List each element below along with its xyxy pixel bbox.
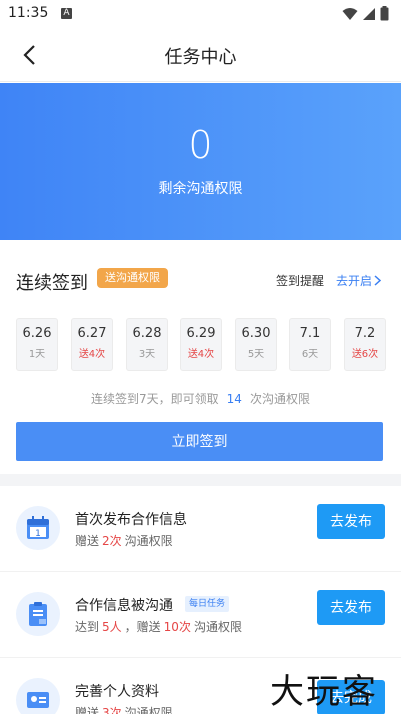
day-date: 7.1 [299, 326, 321, 341]
checkin-day: 6.30 5天 [235, 318, 277, 371]
checkin-note: 连续签到7天，即可领取 14 次沟通权限 [0, 390, 401, 407]
svg-text:1: 1 [35, 529, 41, 539]
publish-button[interactable]: 去发布 [317, 590, 385, 625]
desc-extra-value: 10次 [163, 620, 191, 634]
desc-value: 2次 [102, 534, 122, 548]
day-reward: 送4次 [187, 349, 215, 360]
checkin-button[interactable]: 立即签到 [16, 422, 383, 461]
desc-value: 3次 [102, 706, 122, 714]
desc-suffix: 沟通权限 [124, 534, 173, 548]
day-date: 7.2 [354, 326, 376, 341]
daily-task-badge: 每日任务 [185, 596, 230, 612]
checkin-section: 连续签到 送沟通权限 签到提醒 去开启 6.26 1天 6.27 送4次 6.2… [0, 240, 401, 474]
watermark-text: 大玩客 [270, 672, 378, 712]
publish-button[interactable]: 去发布 [317, 504, 385, 539]
page-title: 任务中心 [164, 47, 237, 68]
chevron-right-icon [374, 275, 382, 286]
task-desc: 赠送 3次 沟通权限 [75, 704, 173, 714]
note-prefix: 连续签到7天，即可领取 [91, 392, 219, 406]
remaining-label: 剩余沟通权限 [158, 181, 243, 197]
task-title: 合作信息被沟通 [75, 598, 173, 614]
task-desc: 达到 5人 ，赠送 10次 沟通权限 [75, 618, 242, 635]
desc-suffix: ，赠送 [124, 620, 161, 634]
clipboard-icon [16, 592, 60, 636]
signal-icon [363, 7, 375, 20]
day-reward: 1天 [28, 349, 46, 360]
checkin-day: 6.29 送4次 [180, 318, 222, 371]
desc-prefix: 达到 [75, 620, 100, 634]
day-date: 6.30 [241, 326, 271, 341]
enable-remind-link[interactable]: 去开启 [336, 272, 382, 289]
wifi-icon [342, 7, 358, 20]
day-date: 6.26 [22, 326, 52, 341]
desc-suffix: 沟通权限 [124, 706, 173, 714]
day-reward: 送6次 [351, 349, 379, 360]
section-divider [0, 474, 401, 486]
day-reward: 送4次 [78, 349, 106, 360]
permission-banner: 0 剩余沟通权限 [0, 83, 401, 240]
task-title: 完善个人资料 [75, 684, 159, 700]
status-icons [342, 6, 389, 21]
checkin-title: 连续签到 [16, 273, 88, 294]
desc-prefix: 赠送 [75, 534, 100, 548]
day-reward: 3天 [138, 349, 156, 360]
calendar-icon: 1 [16, 506, 60, 550]
task-desc: 赠送 2次 沟通权限 [75, 532, 173, 549]
remind-label: 签到提醒 [276, 274, 325, 288]
notification-icon: A [61, 8, 72, 19]
note-count: 14 [226, 392, 242, 406]
note-suffix: 次沟通权限 [249, 392, 310, 406]
day-reward: 5天 [247, 349, 265, 360]
remaining-count: 0 [188, 123, 213, 167]
checkin-day: 6.28 3天 [126, 318, 168, 371]
checkin-badge: 送沟通权限 [97, 268, 168, 288]
battery-icon [380, 6, 389, 21]
day-date: 6.28 [132, 326, 162, 341]
desc-extra-suffix: 沟通权限 [193, 620, 242, 634]
checkin-day: 7.2 送6次 [344, 318, 386, 371]
app-header: 任务中心 [0, 28, 401, 82]
task-title: 首次发布合作信息 [75, 512, 187, 528]
desc-prefix: 赠送 [75, 706, 100, 714]
task-item: 合作信息被沟通 每日任务 达到 5人 ，赠送 10次 沟通权限 去发布 [0, 572, 401, 658]
enable-remind-label: 去开启 [336, 274, 373, 288]
desc-value: 5人 [102, 620, 122, 634]
day-date: 6.27 [77, 326, 107, 341]
checkin-day: 7.1 6天 [289, 318, 331, 371]
checkin-days: 6.26 1天 6.27 送4次 6.28 3天 6.29 送4次 6.30 5… [16, 318, 386, 373]
day-date: 6.29 [186, 326, 216, 341]
profile-card-icon [16, 678, 60, 714]
day-reward: 6天 [301, 349, 319, 360]
checkin-day: 6.26 1天 [16, 318, 58, 371]
task-item: 1 首次发布合作信息 赠送 2次 沟通权限 去发布 [0, 486, 401, 572]
status-time: 11:35 [8, 5, 49, 21]
status-bar: 11:35 A [0, 0, 401, 28]
checkin-day: 6.27 送4次 [71, 318, 113, 371]
